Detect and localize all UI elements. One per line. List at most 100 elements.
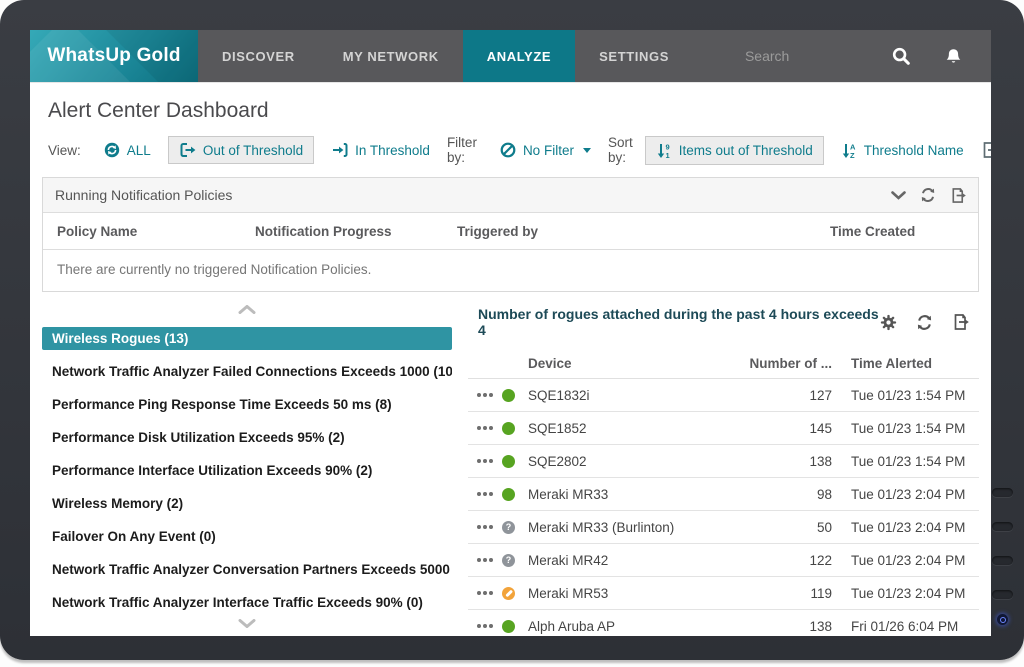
nav-tab[interactable]: ANALYZE <box>463 30 575 82</box>
filter-value: No Filter <box>523 143 574 158</box>
toolbar: View: ALL Out of Threshold <box>48 135 979 165</box>
time-alerted: Tue 01/23 2:04 PM <box>832 520 979 535</box>
threshold-list-item[interactable]: Network Traffic Analyzer Failed Connecti… <box>42 360 452 383</box>
table-row[interactable]: SQE2802 138 Tue 01/23 1:54 PM <box>468 445 979 478</box>
running-policies-panel: Running Notification Policies <box>42 177 979 292</box>
view-out-of-threshold-button[interactable]: Out of Threshold <box>168 136 314 164</box>
search-input[interactable]: Search <box>745 30 789 82</box>
rogue-count: 138 <box>744 454 832 469</box>
nav-tab[interactable]: SETTINGS <box>575 30 693 82</box>
device-status-icon <box>502 554 515 567</box>
threshold-list-item-label: Performance Ping Response Time Exceeds 5… <box>52 397 392 412</box>
threshold-list-item[interactable]: Performance Disk Utilization Exceeds 95%… <box>42 426 452 449</box>
threshold-list-item[interactable]: Network Traffic Analyzer Conversation Pa… <box>42 558 452 581</box>
chevron-down-icon <box>583 148 591 153</box>
row-menu-icon[interactable] <box>468 492 502 496</box>
table-row[interactable]: Alph Aruba AP 138 Fri 01/26 6:04 PM <box>468 610 979 636</box>
threshold-list-item[interactable]: Performance Interface Utilization Exceed… <box>42 459 452 482</box>
arrow-in-icon <box>331 142 348 158</box>
search-icon[interactable] <box>864 30 938 82</box>
device-status-icon <box>502 422 515 435</box>
device-name: SQE2802 <box>528 454 744 469</box>
sort-threshold-name-button[interactable]: AZ Threshold Name <box>830 136 975 165</box>
row-menu-icon[interactable] <box>468 393 502 397</box>
col-device: Device <box>528 356 744 371</box>
scroll-down-chevron-icon[interactable] <box>42 616 452 631</box>
sort-items-out-button[interactable]: 91 Items out of Threshold <box>645 136 824 165</box>
app-window: WhatsUp Gold DISCOVER MY NETWORK ANALYZE… <box>30 30 991 636</box>
nav-tab-label: SETTINGS <box>599 49 669 64</box>
monitor-power-button <box>997 614 1008 625</box>
row-menu-icon[interactable] <box>468 525 502 529</box>
arrow-out-icon <box>179 142 196 158</box>
scroll-up-chevron-icon[interactable] <box>42 302 452 317</box>
threshold-list-item-label: Network Traffic Analyzer Failed Connecti… <box>52 364 452 379</box>
threshold-list-item-label: Failover On Any Event (0) <box>52 529 216 544</box>
table-row[interactable]: Meraki MR33 (Burlinton) 50 Tue 01/23 2:0… <box>468 511 979 544</box>
threshold-list-item[interactable]: Wireless Rogues (13) <box>42 327 452 350</box>
logo-text: WhatsUp Gold <box>47 45 180 67</box>
svg-text:1: 1 <box>665 151 669 159</box>
filter-dropdown[interactable]: No Filter <box>489 136 602 164</box>
threshold-list-item-label: Network Traffic Analyzer Conversation Pa… <box>52 562 452 577</box>
table-row[interactable]: Meraki MR33 98 Tue 01/23 2:04 PM <box>468 478 979 511</box>
rogue-count: 122 <box>744 553 832 568</box>
sort-items-out-label: Items out of Threshold <box>679 143 813 158</box>
whatsup-gold-logo[interactable]: WhatsUp Gold <box>30 30 198 82</box>
row-menu-icon[interactable] <box>468 591 502 595</box>
table-row[interactable]: SQE1852 145 Tue 01/23 1:54 PM <box>468 412 979 445</box>
rogue-count: 98 <box>744 487 832 502</box>
time-alerted: Tue 01/23 2:04 PM <box>832 553 979 568</box>
row-menu-icon[interactable] <box>468 459 502 463</box>
gear-icon[interactable] <box>880 314 897 331</box>
table-row[interactable]: Meraki MR53 119 Tue 01/23 2:04 PM <box>468 577 979 610</box>
threshold-list-item[interactable]: Failover On Any Event (0) <box>42 525 452 548</box>
col-triggered-by: Triggered by <box>457 224 830 239</box>
rogue-count: 145 <box>744 421 832 436</box>
view-label: View: <box>48 143 81 158</box>
row-menu-icon[interactable] <box>468 426 502 430</box>
device-name: Meraki MR33 <box>528 487 744 502</box>
monitor-control-button <box>992 590 1013 599</box>
running-policies-header: Running Notification Policies <box>43 178 978 213</box>
row-menu-icon[interactable] <box>468 558 502 562</box>
device-status-icon <box>502 488 515 501</box>
collapse-chevron-icon[interactable] <box>891 191 906 200</box>
refresh-icon[interactable] <box>920 187 936 203</box>
nav-tab[interactable]: MY NETWORK <box>319 30 463 82</box>
threshold-list-item[interactable]: Wireless Memory (2) <box>42 492 452 515</box>
view-in-threshold-button[interactable]: In Threshold <box>320 136 441 164</box>
threshold-list-item[interactable]: Performance Ping Response Time Exceeds 5… <box>42 393 452 416</box>
rogue-count: 50 <box>744 520 832 535</box>
device-status-icon <box>502 620 515 633</box>
threshold-list-item-label: Wireless Memory (2) <box>52 496 183 511</box>
view-out-of-threshold-label: Out of Threshold <box>203 143 303 158</box>
table-row[interactable]: Meraki MR42 122 Tue 01/23 2:04 PM <box>468 544 979 577</box>
nav-tab[interactable]: DISCOVER <box>198 30 319 82</box>
monitor-bezel: WhatsUp Gold DISCOVER MY NETWORK ANALYZE… <box>0 0 1024 660</box>
sort-by-label: Sort by: <box>608 135 633 165</box>
no-filter-icon <box>500 142 516 158</box>
export-icon[interactable] <box>952 313 969 331</box>
threshold-list-item-label: Wireless Rogues (13) <box>52 331 188 346</box>
rogue-count: 119 <box>744 586 832 601</box>
rogues-panel-title: Number of rogues attached during the pas… <box>478 306 880 338</box>
threshold-list-item[interactable]: Network Traffic Analyzer Interface Traff… <box>42 591 452 614</box>
time-alerted: Tue 01/23 1:54 PM <box>832 388 979 403</box>
sort-threshold-name-label: Threshold Name <box>864 143 964 158</box>
export-icon[interactable] <box>950 187 966 204</box>
view-all-button[interactable]: ALL <box>93 136 162 164</box>
time-alerted: Fri 01/26 6:04 PM <box>832 619 979 634</box>
col-time-alerted: Time Alerted <box>832 356 979 371</box>
notifications-bell-icon[interactable] <box>938 30 991 82</box>
device-status-icon <box>502 521 515 534</box>
threshold-list-item-label: Performance Interface Utilization Exceed… <box>52 463 372 478</box>
row-menu-icon[interactable] <box>468 624 502 628</box>
refresh-icon[interactable] <box>916 314 933 331</box>
device-name: Alph Aruba AP <box>528 619 744 634</box>
policies-column-headers: Policy Name Notification Progress Trigge… <box>43 213 978 250</box>
export-icon[interactable] <box>981 141 991 159</box>
page-content: Alert Center Dashboard View: ALL Out of … <box>30 82 991 636</box>
threshold-list-item-label: Network Traffic Analyzer Interface Traff… <box>52 595 423 610</box>
table-row[interactable]: SQE1832i 127 Tue 01/23 1:54 PM <box>468 379 979 412</box>
